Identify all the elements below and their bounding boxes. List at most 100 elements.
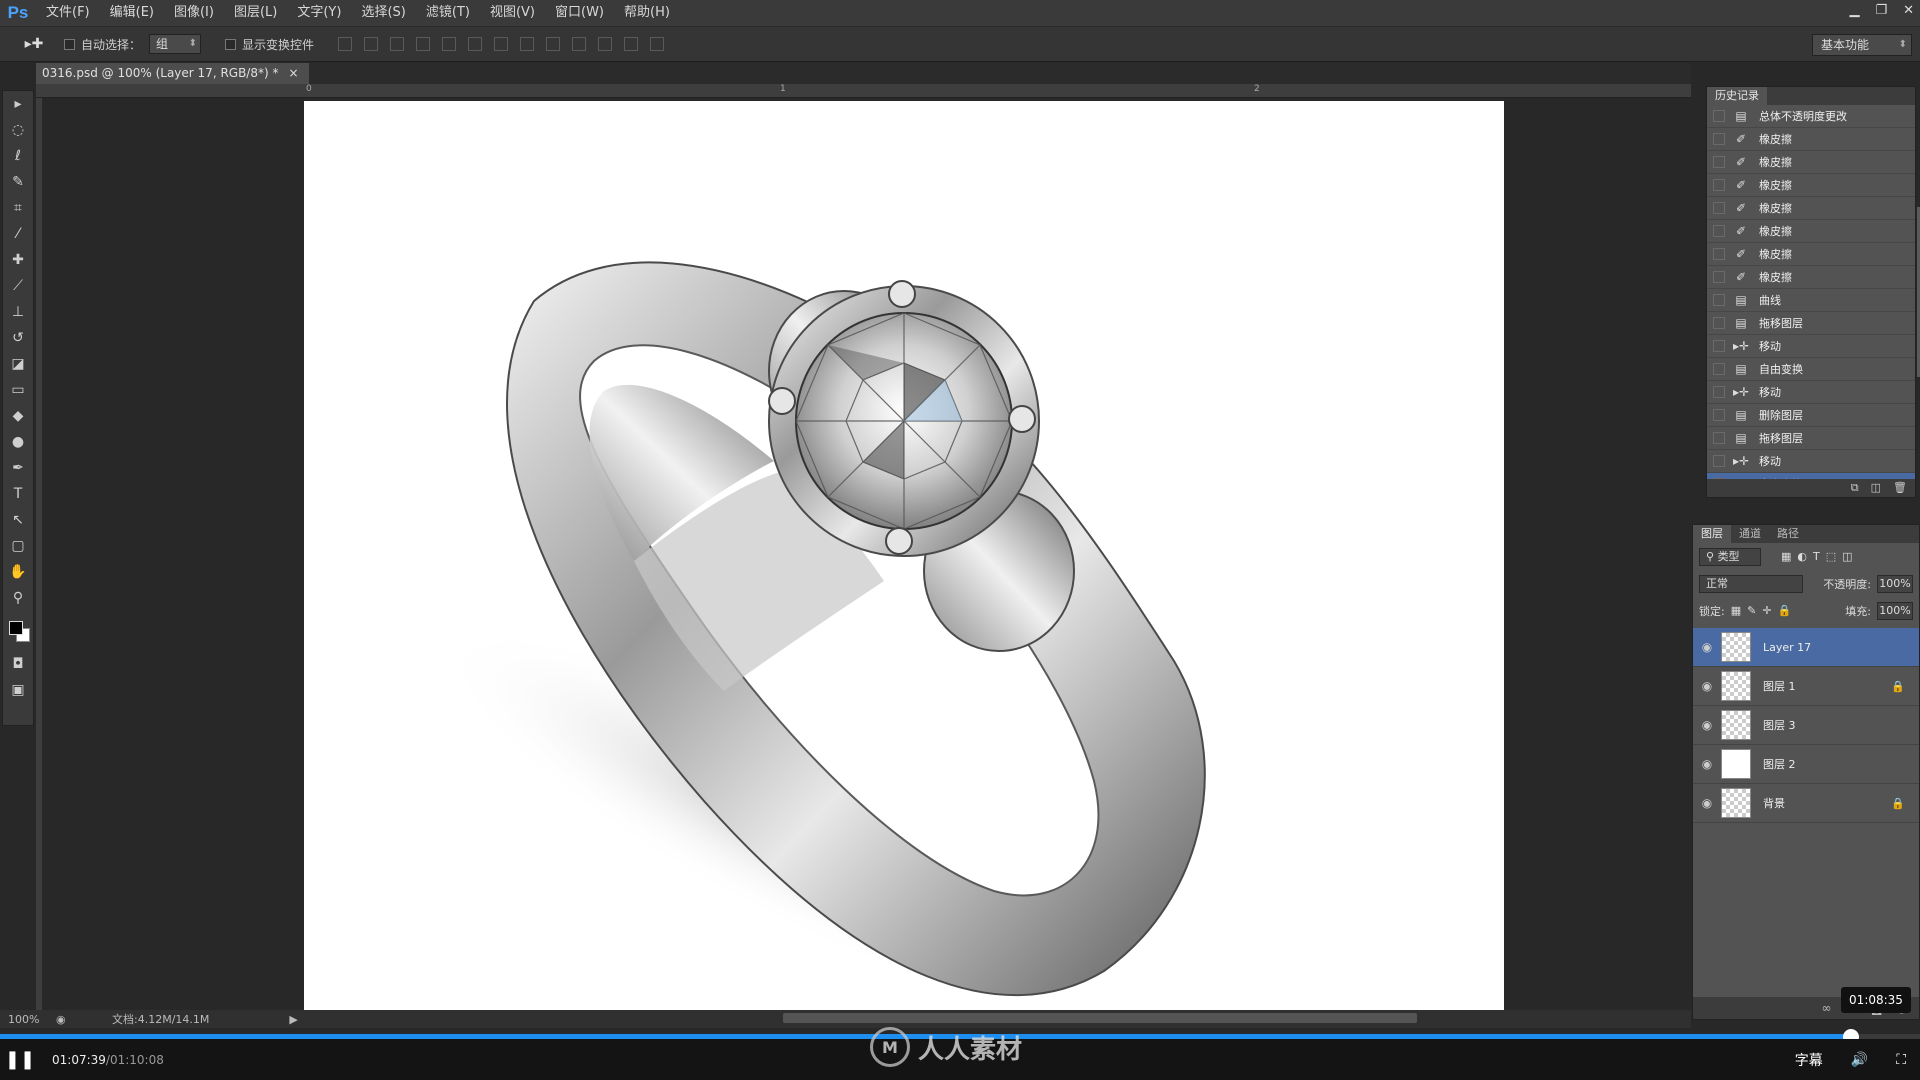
history-item[interactable]: ▤ 拖移图层 bbox=[1707, 312, 1915, 335]
history-source-checkbox[interactable] bbox=[1713, 363, 1725, 375]
stamp-tool-icon[interactable]: ⊥ bbox=[3, 299, 33, 325]
move-tool-icon[interactable]: ▸ bbox=[3, 91, 33, 117]
history-item[interactable]: ▤ 总体不透明度更改 bbox=[1707, 105, 1915, 128]
brush-tool-icon[interactable]: ⟋ bbox=[3, 273, 33, 299]
menu-filter[interactable]: 滤镜(T) bbox=[416, 0, 480, 26]
history-source-checkbox[interactable] bbox=[1713, 110, 1725, 122]
type-tool-icon[interactable]: T bbox=[3, 481, 33, 507]
visibility-eye-icon[interactable]: ◉ bbox=[1693, 796, 1721, 810]
layer-row[interactable]: ◉ 背景 🔒 bbox=[1693, 784, 1919, 823]
path-select-tool-icon[interactable]: ↖ bbox=[3, 507, 33, 533]
filter-shape-icon[interactable]: ⬚ bbox=[1826, 550, 1836, 563]
history-source-checkbox[interactable] bbox=[1713, 317, 1725, 329]
layer-row[interactable]: ◉ 图层 3 bbox=[1693, 706, 1919, 745]
history-source-checkbox[interactable] bbox=[1713, 340, 1725, 352]
visibility-eye-icon[interactable]: ◉ bbox=[1693, 679, 1721, 693]
document-tab[interactable]: 0316.psd @ 100% (Layer 17, RGB/8*) * × bbox=[36, 63, 309, 84]
history-item[interactable]: ✐ 橡皮擦 bbox=[1707, 151, 1915, 174]
status-menu-arrow-icon[interactable]: ▶ bbox=[289, 1013, 297, 1026]
history-item[interactable]: ✐ 橡皮擦 bbox=[1707, 197, 1915, 220]
fullscreen-icon[interactable]: ⛶ bbox=[1896, 1052, 1906, 1068]
history-source-checkbox[interactable] bbox=[1713, 409, 1725, 421]
layer-name[interactable]: 图层 2 bbox=[1763, 756, 1796, 772]
zoom-level[interactable]: 100% bbox=[8, 1013, 56, 1026]
quick-mask-icon[interactable]: ◘ bbox=[3, 651, 33, 677]
layer-name[interactable]: 背景 bbox=[1763, 795, 1785, 811]
history-source-checkbox[interactable] bbox=[1713, 202, 1725, 214]
blend-mode-dropdown[interactable]: 正常 bbox=[1699, 574, 1803, 593]
visibility-eye-icon[interactable]: ◉ bbox=[1693, 718, 1721, 732]
align-left-icon[interactable] bbox=[416, 37, 431, 51]
menu-window[interactable]: 窗口(W) bbox=[545, 0, 614, 26]
history-item[interactable]: ▸✛ 移动 bbox=[1707, 381, 1915, 404]
close-tab-icon[interactable]: × bbox=[288, 63, 298, 84]
close-icon[interactable]: ✕ bbox=[1903, 3, 1914, 18]
eraser-tool-icon[interactable]: ◪ bbox=[3, 351, 33, 377]
history-item[interactable]: ✐ 橡皮擦 bbox=[1707, 266, 1915, 289]
visibility-eye-icon[interactable]: ◉ bbox=[1693, 640, 1721, 654]
zoom-tool-icon[interactable]: ⚲ bbox=[3, 585, 33, 611]
shape-tool-icon[interactable]: ▢ bbox=[3, 533, 33, 559]
subtitle-button[interactable]: 字幕 bbox=[1795, 1050, 1823, 1070]
distribute-bottom-icon[interactable] bbox=[546, 37, 561, 51]
menu-file[interactable]: 文件(F) bbox=[36, 0, 100, 26]
minimize-icon[interactable]: ▁ bbox=[1849, 3, 1859, 18]
history-item[interactable]: ✐ 橡皮擦 bbox=[1707, 128, 1915, 151]
marquee-tool-icon[interactable]: ◌ bbox=[3, 117, 33, 143]
history-item[interactable]: ▸✛ 移动 bbox=[1707, 450, 1915, 473]
lock-transparent-icon[interactable]: ▦ bbox=[1731, 604, 1741, 617]
menu-image[interactable]: 图像(I) bbox=[164, 0, 224, 26]
align-bottom-icon[interactable] bbox=[390, 37, 405, 51]
move-tool-preset-icon[interactable]: ▸✚ bbox=[14, 31, 54, 57]
history-item[interactable]: ✐ 橡皮擦 bbox=[1707, 174, 1915, 197]
hand-tool-icon[interactable]: ✋ bbox=[3, 559, 33, 585]
menu-help[interactable]: 帮助(H) bbox=[614, 0, 680, 26]
restore-icon[interactable]: ❐ bbox=[1875, 3, 1887, 18]
tab-history[interactable]: 历史记录 bbox=[1707, 87, 1767, 105]
history-item[interactable]: ▤ 曲线 bbox=[1707, 289, 1915, 312]
layer-name[interactable]: 图层 1 bbox=[1763, 678, 1796, 694]
horizontal-scrollbar[interactable] bbox=[783, 1013, 1417, 1023]
distribute-top-icon[interactable] bbox=[494, 37, 509, 51]
lock-move-icon[interactable]: ✛ bbox=[1762, 604, 1771, 617]
history-source-checkbox[interactable] bbox=[1713, 294, 1725, 306]
history-source-checkbox[interactable] bbox=[1713, 386, 1725, 398]
tab-layers[interactable]: 图层 bbox=[1693, 525, 1731, 543]
menu-select[interactable]: 选择(S) bbox=[351, 0, 415, 26]
align-top-icon[interactable] bbox=[338, 37, 353, 51]
filter-smart-icon[interactable]: ◫ bbox=[1842, 550, 1852, 563]
opacity-input[interactable]: 100% bbox=[1877, 574, 1913, 593]
screen-mode-icon[interactable]: ▣ bbox=[3, 677, 33, 703]
history-item[interactable]: ▤ 自由变换 bbox=[1707, 358, 1915, 381]
history-source-checkbox[interactable] bbox=[1713, 432, 1725, 444]
align-vcenter-icon[interactable] bbox=[364, 37, 379, 51]
new-document-icon[interactable]: ⧉ bbox=[1851, 479, 1859, 497]
history-source-checkbox[interactable] bbox=[1713, 248, 1725, 260]
auto-select-dropdown[interactable]: 组 bbox=[149, 34, 202, 54]
layer-name[interactable]: Layer 17 bbox=[1763, 641, 1811, 654]
snapshot-icon[interactable]: ◫ bbox=[1871, 479, 1881, 497]
visibility-eye-icon[interactable]: ◉ bbox=[1693, 757, 1721, 771]
trash-icon[interactable]: 🗑 bbox=[1893, 479, 1907, 497]
layer-row[interactable]: ◉ 图层 1 🔒 bbox=[1693, 667, 1919, 706]
show-transform-checkbox[interactable] bbox=[225, 38, 237, 50]
menu-type[interactable]: 文字(Y) bbox=[287, 0, 351, 26]
filter-pixel-icon[interactable]: ▦ bbox=[1781, 550, 1791, 563]
lock-all-icon[interactable]: 🔒 bbox=[1778, 604, 1792, 617]
filter-type-icon[interactable]: T bbox=[1813, 550, 1820, 563]
fill-input[interactable]: 100% bbox=[1877, 601, 1913, 620]
layer-row[interactable]: ◉ 图层 2 bbox=[1693, 745, 1919, 784]
dodge-tool-icon[interactable]: ● bbox=[3, 429, 33, 455]
auto-align-icon[interactable] bbox=[650, 37, 665, 51]
filter-adjust-icon[interactable]: ◐ bbox=[1797, 550, 1807, 563]
history-source-checkbox[interactable] bbox=[1713, 455, 1725, 467]
layer-row[interactable]: ◉ Layer 17 bbox=[1693, 628, 1919, 667]
distribute-left-icon[interactable] bbox=[572, 37, 587, 51]
history-brush-tool-icon[interactable]: ↺ bbox=[3, 325, 33, 351]
pause-button[interactable]: ❚❚ bbox=[0, 1040, 40, 1080]
lasso-tool-icon[interactable]: ℓ bbox=[3, 143, 33, 169]
gradient-tool-icon[interactable]: ▭ bbox=[3, 377, 33, 403]
link-layers-icon[interactable]: ∞ bbox=[1822, 997, 1832, 1019]
doc-info[interactable]: 文档:4.12M/14.1M bbox=[112, 1011, 209, 1027]
volume-icon[interactable]: 🔊 bbox=[1851, 1052, 1868, 1068]
